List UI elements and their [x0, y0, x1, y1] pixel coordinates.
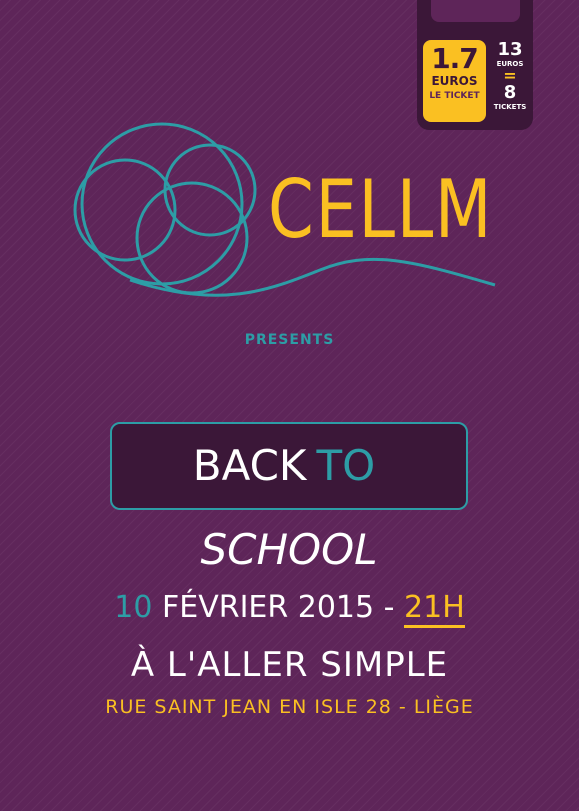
event-date-time: 21H — [404, 590, 465, 628]
event-date-month-year: FÉVRIER 2015 — [161, 590, 375, 625]
ticket-price-per: LE TICKET — [429, 91, 480, 101]
bulk-deal-amount: 13 — [497, 39, 523, 60]
brand-name: CELLM — [268, 163, 494, 256]
event-title-back: BACK — [192, 441, 307, 490]
bulk-deal-count: 8 — [503, 82, 517, 103]
presents-label: PRESENTS — [244, 332, 335, 348]
event-date-day: 10 — [114, 590, 153, 625]
ticket-price-box: 1.7 EUROS LE TICKET — [423, 40, 486, 122]
ticket-price-currency: EUROS — [431, 74, 478, 88]
ticket-price-amount: 1.7 — [431, 42, 479, 75]
event-title-to: TO — [316, 441, 376, 490]
bulk-deal: 13 EUROS = 8 TICKETS — [490, 40, 530, 112]
bulk-deal-count-label: TICKETS — [493, 103, 527, 111]
event-date: 10 FÉVRIER 2015 - 21H — [0, 588, 579, 628]
price-tag-notch — [431, 0, 520, 22]
event-title-school: SCHOOL — [200, 525, 378, 574]
event-title-box: BACK TO SCHOOL — [110, 422, 468, 574]
venue-address: RUE SAINT JEAN EN ISLE 28 - LIÈGE — [105, 696, 474, 718]
venue-name: À L'ALLER SIMPLE — [130, 645, 449, 685]
bulk-deal-equals: = — [503, 66, 517, 85]
event-date-separator: - — [383, 590, 395, 625]
